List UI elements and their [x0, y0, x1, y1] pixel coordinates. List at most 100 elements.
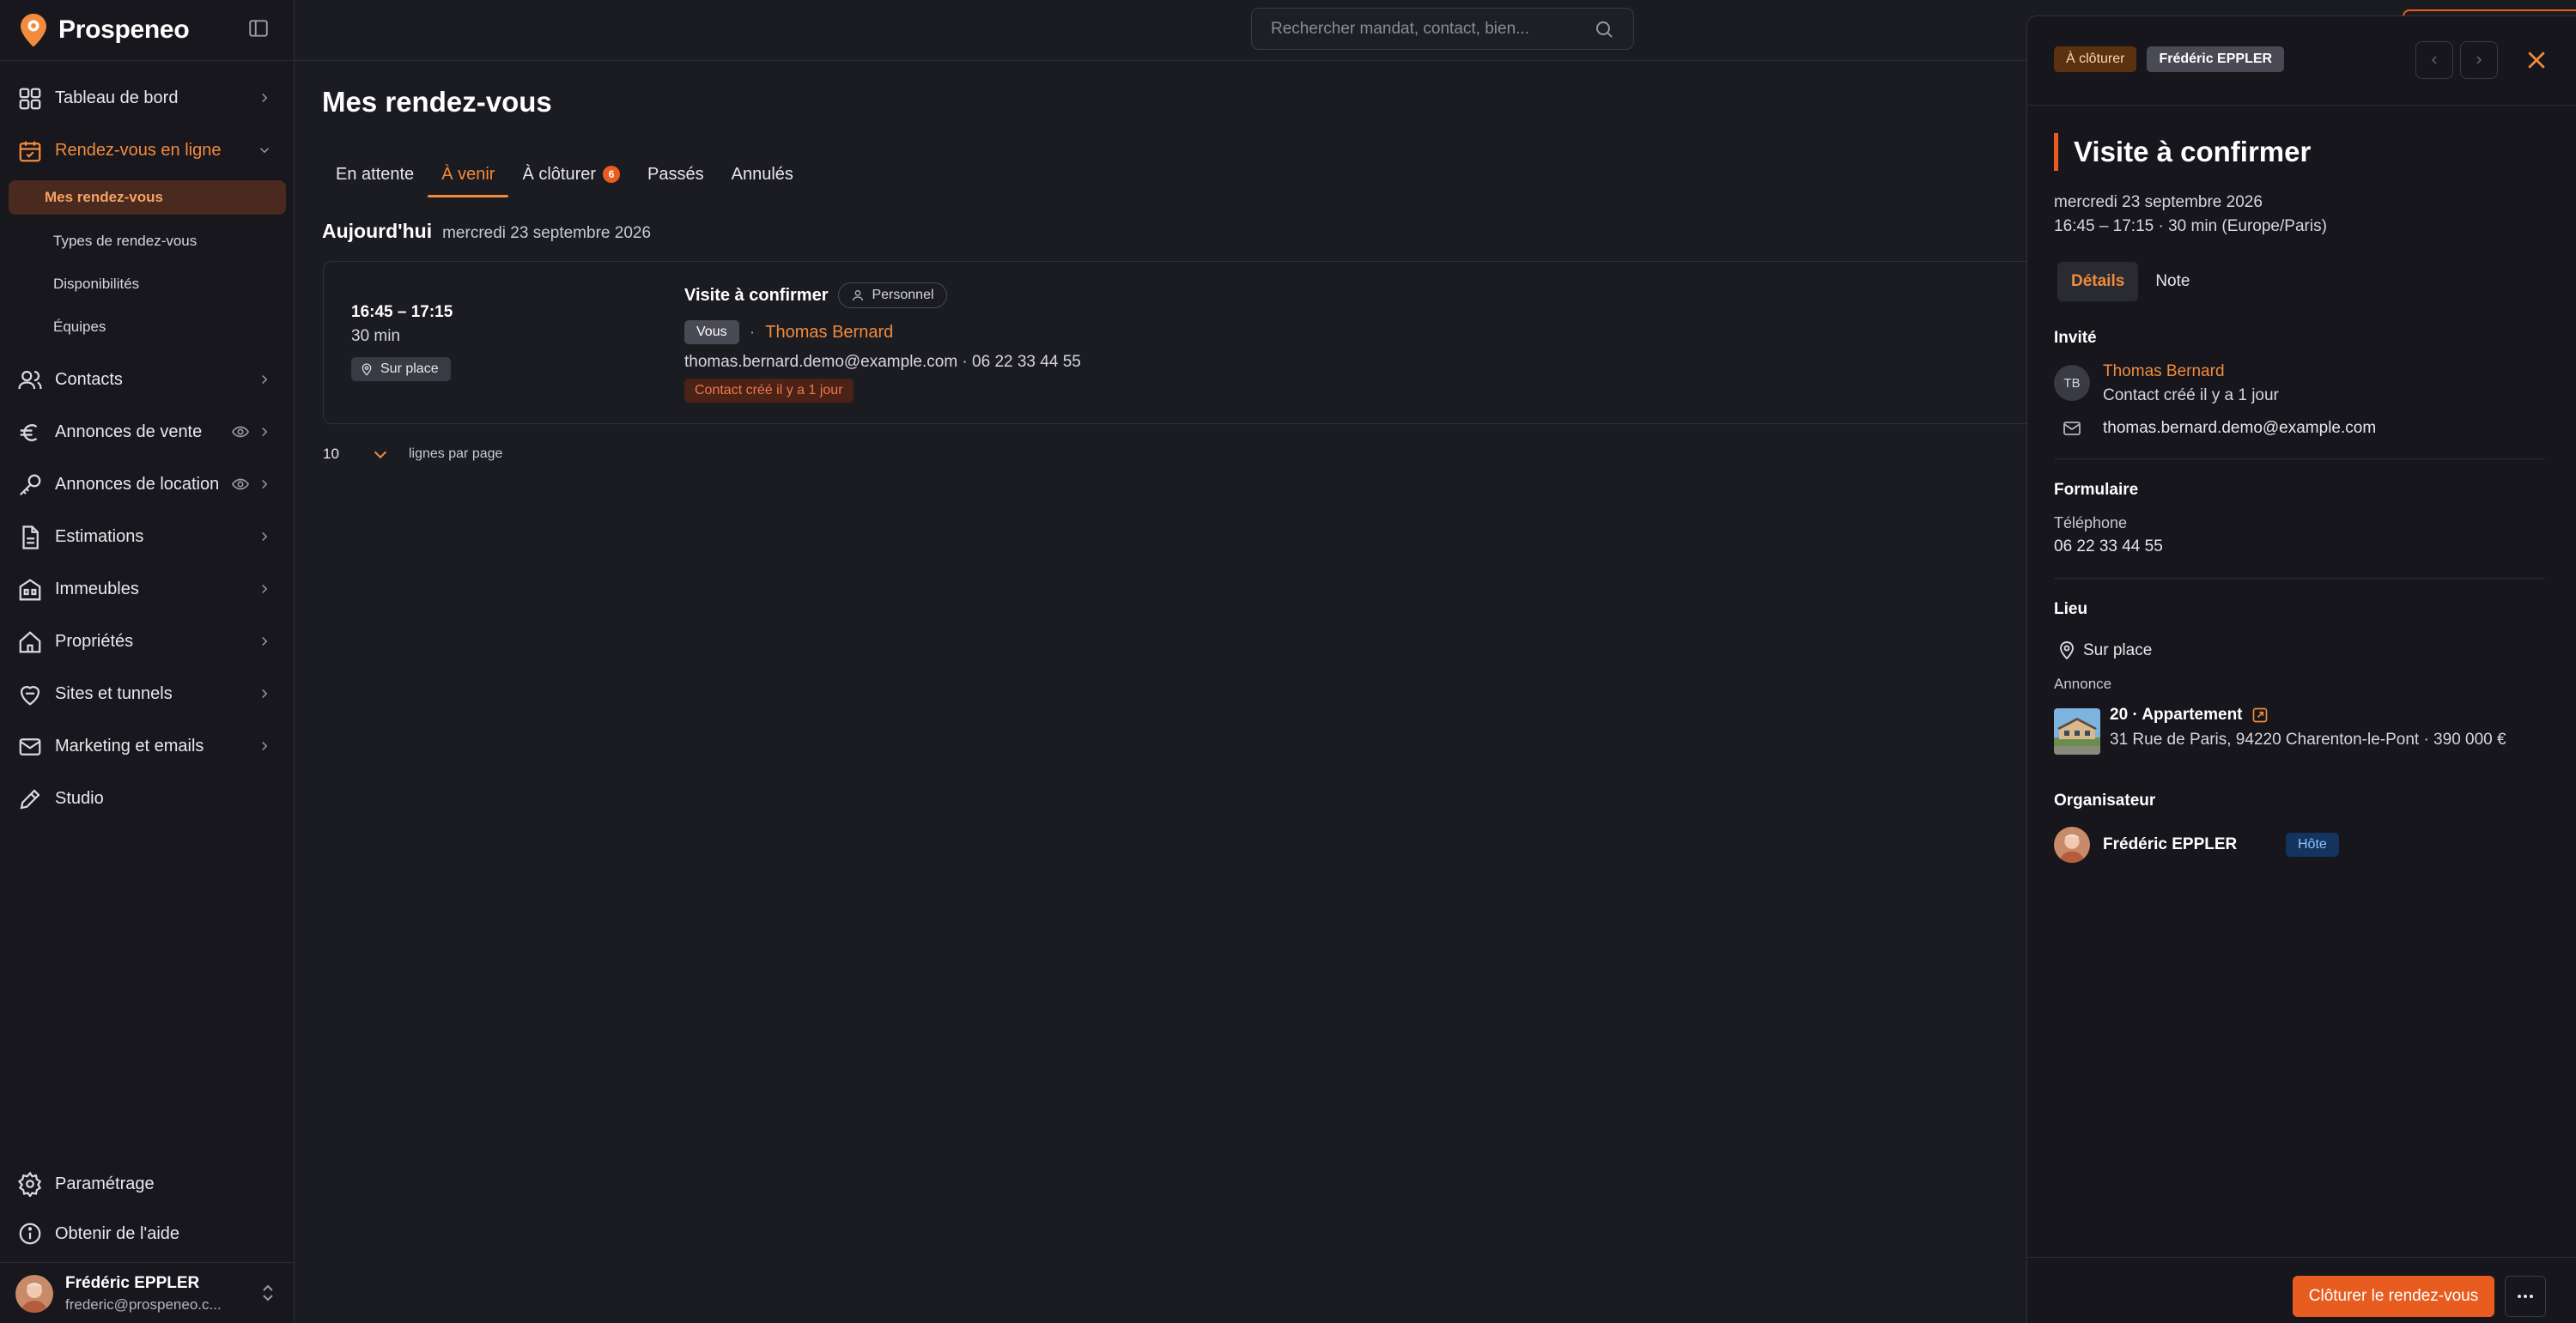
search-input[interactable]	[1271, 19, 1594, 39]
listing-thumbnail[interactable]	[2054, 708, 2100, 755]
sidebar-item-label: Propriétés	[55, 632, 134, 651]
user-email: frederic@prospeneo.c...	[65, 1296, 222, 1313]
more-actions-button[interactable]	[2505, 1276, 2546, 1317]
app-logo[interactable]: Prospeneo	[19, 12, 190, 48]
chevron-right-icon	[257, 90, 272, 106]
appointment-duration: 30 min	[351, 327, 401, 345]
guest-meta: Contact créé il y a 1 jour	[2103, 386, 2279, 404]
sidebar-item-rental-listings[interactable]: Annonces de location	[0, 458, 295, 511]
info-icon	[17, 1221, 43, 1247]
guest-contact-info: thomas.bernard.demo@example.com · 06 22 …	[684, 353, 1081, 371]
close-icon[interactable]	[2524, 47, 2549, 73]
document-icon	[17, 525, 43, 550]
chevron-right-icon	[257, 476, 272, 492]
page-size-label: lignes par page	[409, 446, 503, 461]
sidebar-item-estimations[interactable]: Estimations	[0, 511, 295, 563]
global-search[interactable]	[1251, 8, 1634, 50]
day-date: mercredi 23 septembre 2026	[442, 224, 652, 242]
eye-icon[interactable]	[231, 422, 250, 441]
chevron-down-icon[interactable]	[371, 445, 390, 464]
user-info: Frédéric EPPLER frederic@prospeneo.c...	[65, 1274, 222, 1314]
guest-name-link[interactable]: Thomas Bernard	[2103, 362, 2225, 381]
chevron-right-icon	[257, 686, 272, 701]
sites-icon	[17, 682, 43, 707]
listing-title-link[interactable]: 20 · Appartement	[2110, 706, 2269, 725]
chevron-right-icon	[2472, 53, 2486, 67]
tab-label: À venir	[441, 164, 495, 184]
sidebar-item-sale-listings[interactable]: Annonces de vente	[0, 406, 295, 458]
sidebar-item-dashboard[interactable]: Tableau de bord	[0, 72, 295, 124]
sidebar-subitem-my-appointments[interactable]: Mes rendez-vous	[9, 180, 286, 215]
phone-value: 06 22 33 44 55	[2054, 537, 2163, 555]
user-menu[interactable]: Frédéric EPPLER frederic@prospeneo.c...	[15, 1274, 282, 1314]
chevron-left-icon	[2427, 53, 2441, 67]
previous-button[interactable]	[2415, 41, 2453, 79]
guest-email[interactable]: thomas.bernard.demo@example.com	[2103, 419, 2376, 438]
sidebar-item-contacts[interactable]: Contacts	[0, 354, 295, 406]
sidebar-subitem-availability[interactable]: Disponibilités	[9, 263, 286, 306]
tab-pending[interactable]: En attente	[322, 151, 428, 197]
guest-name-link[interactable]: Thomas Bernard	[765, 323, 893, 343]
appointment-tabs: En attente À venir À clôturer 6 Passés An…	[322, 151, 807, 197]
appointment-details: Visite à confirmer Personnel Vous · Thom…	[684, 282, 1081, 403]
organizer-section-title: Organisateur	[2054, 792, 2156, 810]
search-icon[interactable]	[1594, 19, 1614, 39]
sidebar-subitem-teams[interactable]: Équipes	[9, 306, 286, 349]
sidebar-item-label: Studio	[55, 789, 104, 808]
user-icon	[851, 288, 865, 302]
sidebar-item-properties[interactable]: Propriétés	[0, 616, 295, 668]
appointment-type-label: Personnel	[872, 288, 934, 302]
panel-divider	[2054, 578, 2545, 579]
guest-avatar: TB	[2054, 365, 2090, 401]
organizer-name: Frédéric EPPLER	[2103, 835, 2238, 853]
appointments-subnav: Mes rendez-vous Types de rendez-vous Dis…	[0, 180, 295, 354]
euro-icon	[17, 420, 43, 446]
sidebar-item-online-appointments[interactable]: Rendez-vous en ligne	[0, 124, 295, 177]
close-appointment-button[interactable]: Clôturer le rendez-vous	[2293, 1276, 2494, 1317]
house-icon	[17, 629, 43, 655]
sidebar-toggle-icon[interactable]	[247, 17, 270, 39]
tab-past[interactable]: Passés	[634, 151, 718, 197]
sidebar-item-label: Immeubles	[55, 580, 139, 598]
sidebar-item-settings[interactable]: Paramétrage	[0, 1159, 295, 1209]
appointment-title: Visite à confirmer	[684, 285, 829, 305]
tab-label: En attente	[336, 164, 415, 184]
chevron-right-icon	[257, 738, 272, 754]
host-badge: Hôte	[2286, 833, 2339, 857]
sidebar-item-help[interactable]: Obtenir de l'aide	[0, 1209, 295, 1259]
page-size-value[interactable]: 10	[323, 446, 371, 463]
sidebar-item-marketing-emails[interactable]: Marketing et emails	[0, 720, 295, 773]
tab-details[interactable]: Détails	[2057, 262, 2139, 301]
next-button[interactable]	[2460, 41, 2498, 79]
mail-icon	[17, 734, 43, 760]
tab-upcoming[interactable]: À venir	[428, 151, 509, 197]
phone-label: Téléphone	[2054, 514, 2128, 531]
place-label: Sur place	[380, 361, 439, 376]
external-link-icon[interactable]	[2251, 707, 2269, 724]
sidebar-item-label: Rendez-vous en ligne	[55, 141, 222, 160]
appointment-detail-panel: À clôturer Frédéric EPPLER Visite à conf…	[2026, 15, 2576, 1323]
panel-date: mercredi 23 septembre 2026	[2054, 193, 2263, 211]
sidebar-subitem-appointment-types[interactable]: Types de rendez-vous	[9, 220, 286, 263]
sidebar-divider	[0, 1262, 295, 1263]
appointment-card[interactable]: 16:45 – 17:15 30 min Sur place Visite à …	[323, 261, 2040, 424]
sidebar-item-label: Tableau de bord	[55, 88, 179, 107]
sidebar-item-label: Annonces de location	[55, 475, 220, 494]
chevron-up-down-icon[interactable]	[258, 1283, 278, 1305]
mail-icon	[2062, 418, 2082, 439]
appointment-time: 16:45 – 17:15	[351, 303, 453, 321]
prospeneo-logo-icon	[19, 13, 48, 47]
chevron-right-icon	[257, 424, 272, 440]
tab-to-close[interactable]: À clôturer 6	[508, 151, 634, 197]
sidebar-item-sites-funnels[interactable]: Sites et tunnels	[0, 668, 295, 720]
tab-note[interactable]: Note	[2142, 262, 2203, 301]
user-avatar	[15, 1275, 53, 1313]
chevron-right-icon	[257, 529, 272, 544]
appointment-title-row: Visite à confirmer Personnel	[684, 282, 1081, 308]
dashboard-icon	[17, 86, 43, 112]
eye-icon[interactable]	[231, 475, 250, 494]
sidebar-item-studio[interactable]: Studio	[0, 773, 295, 825]
tab-cancelled[interactable]: Annulés	[718, 151, 807, 197]
panel-divider	[2027, 105, 2576, 106]
sidebar-item-buildings[interactable]: Immeubles	[0, 563, 295, 616]
